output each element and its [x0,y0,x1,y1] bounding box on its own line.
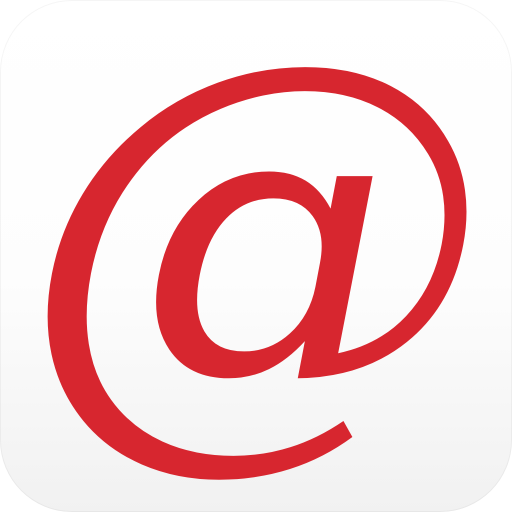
at-sign-glyph: @ [21,0,491,509]
app-icon-canvas: @ [0,0,512,512]
at-sign-text: @ [21,0,491,509]
app-icon-tile[interactable]: @ [0,0,512,512]
at-sign-icon: @ [0,0,512,512]
